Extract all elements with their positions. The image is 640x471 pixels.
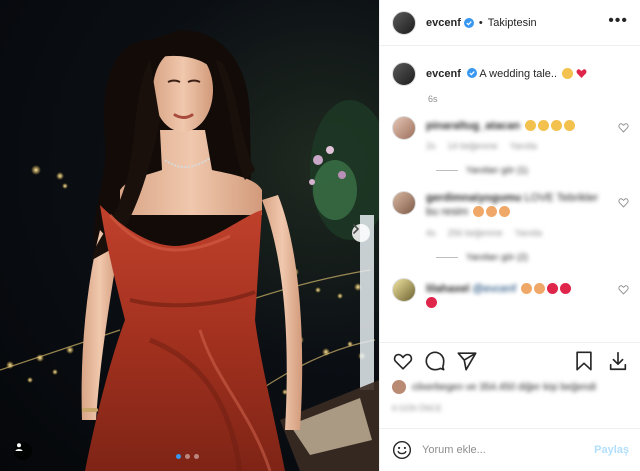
- comment-body: lilahaxel @evcenf: [426, 278, 604, 310]
- reply-button[interactable]: Yanıtla: [510, 141, 537, 151]
- party-emoji-icon: [562, 68, 574, 79]
- heart-emoji-icon: [560, 283, 572, 294]
- comment-likes[interactable]: 256 beğenme: [448, 228, 503, 238]
- comment-mention[interactable]: @evcenf: [472, 283, 516, 295]
- view-replies-button[interactable]: Yanıtları gör (1): [436, 165, 640, 175]
- view-replies-button[interactable]: Yanıtları gör (2): [436, 252, 640, 262]
- comment-composer: Paylaş: [380, 428, 640, 471]
- comment-meta: 4s 256 beğenme Yanıtla: [426, 228, 604, 238]
- comment-likes[interactable]: 14 beğenme: [448, 141, 498, 151]
- comment-like-icon[interactable]: [618, 284, 629, 295]
- download-icon[interactable]: [607, 350, 629, 372]
- red-heart-emoji-icon: [576, 69, 587, 78]
- post-date: 6 GÜN ÖNCE: [392, 404, 442, 413]
- action-bar-right: [573, 350, 629, 372]
- carousel-dot: [194, 454, 199, 459]
- comment-body: gerdimnaiyogumu LOVE Tebrikler bu resim …: [426, 191, 604, 238]
- comment-username[interactable]: gerdimnaiyogumu: [426, 192, 521, 204]
- post-comment-button[interactable]: Paylaş: [594, 444, 629, 456]
- replies-line: [436, 256, 458, 258]
- emoji-icon: [564, 120, 576, 131]
- header-separator: •: [478, 16, 483, 29]
- emoji-icon: [525, 120, 537, 131]
- comment-item: gerdimnaiyogumu LOVE Tebrikler bu resim …: [380, 191, 640, 238]
- user-tag-icon: [15, 443, 23, 451]
- emoji-icon: [534, 283, 546, 294]
- post-modal: evcenf • Takiptesin ••• evcenf A wedding…: [0, 0, 640, 471]
- next-photo-button[interactable]: [352, 224, 370, 242]
- comment-icon[interactable]: [424, 350, 446, 372]
- emoji-icon: [499, 206, 511, 217]
- caption-text-block: evcenf A wedding tale..: [426, 67, 587, 86]
- action-bar: [380, 342, 640, 378]
- caption-avatar[interactable]: [392, 62, 416, 86]
- emoji-icon: [551, 120, 563, 131]
- verified-badge-icon: [463, 17, 474, 28]
- carousel-dot: [185, 454, 190, 459]
- comment-age: 2s: [426, 141, 436, 151]
- more-options-icon[interactable]: •••: [608, 12, 628, 30]
- emoji-icon: [486, 206, 498, 217]
- emoji-icon: [538, 120, 550, 131]
- emoji-icon: [473, 206, 485, 217]
- comment-age: 4s: [426, 228, 436, 238]
- comment-item: pinaraltug_atacan 2s 14 beğenme Yanıtla: [380, 116, 640, 151]
- carousel-indicator: [176, 454, 199, 459]
- heart-emoji-icon: [547, 283, 559, 294]
- comment-username[interactable]: pinaraltug_atacan: [426, 120, 520, 132]
- view-replies-label: Yanıtları gör (2): [466, 252, 528, 262]
- like-icon[interactable]: [392, 350, 414, 372]
- comment-meta: 2s 14 beğenme Yanıtla: [426, 141, 604, 151]
- caption-time: 6s: [428, 94, 438, 104]
- user-tags-button[interactable]: [14, 442, 32, 460]
- caption: evcenf A wedding tale..: [380, 46, 640, 86]
- comment-body: pinaraltug_atacan 2s 14 beğenme Yanıtla: [426, 116, 604, 151]
- photo-illustration: [0, 30, 379, 471]
- emoji-icon: [521, 283, 533, 294]
- author-username[interactable]: evcenf: [426, 17, 461, 29]
- share-icon[interactable]: [456, 350, 478, 372]
- comment-avatar[interactable]: [392, 191, 416, 215]
- author-avatar[interactable]: [392, 10, 416, 35]
- post-photo[interactable]: [0, 0, 379, 471]
- comment-input[interactable]: [422, 444, 595, 456]
- replies-line: [436, 169, 458, 171]
- comments-list[interactable]: evcenf A wedding tale.. 6s pinaraltug_at…: [380, 46, 640, 342]
- likes-text: cilxerbegen ve 354.450 diğer kişi beğend…: [412, 381, 597, 393]
- comment-username[interactable]: lilahaxel: [426, 283, 469, 295]
- caption-username[interactable]: evcenf: [426, 68, 461, 80]
- liker-avatar: [392, 380, 406, 394]
- comment-like-icon[interactable]: [618, 197, 629, 208]
- comment-item: lilahaxel @evcenf: [380, 278, 640, 310]
- post-header: evcenf • Takiptesin •••: [380, 0, 640, 46]
- emoji-icon[interactable]: [392, 440, 412, 460]
- carousel-dot-active: [176, 454, 181, 459]
- post-side-panel: evcenf • Takiptesin ••• evcenf A wedding…: [379, 0, 640, 471]
- follow-status-button[interactable]: Takiptesin: [488, 17, 537, 29]
- reply-button[interactable]: Yanıtla: [515, 228, 542, 238]
- likes-summary[interactable]: cilxerbegen ve 354.450 diğer kişi beğend…: [392, 380, 596, 394]
- next-arrow-icon: [353, 224, 360, 234]
- view-replies-label: Yanıtları gör (1): [466, 165, 528, 175]
- caption-text: A wedding tale..: [479, 68, 558, 80]
- heart-emoji-icon: [426, 297, 437, 308]
- comment-avatar[interactable]: [392, 278, 416, 302]
- comment-avatar[interactable]: [392, 116, 416, 140]
- comment-like-icon[interactable]: [618, 122, 629, 133]
- verified-badge-icon: [466, 68, 477, 78]
- save-icon[interactable]: [573, 350, 595, 372]
